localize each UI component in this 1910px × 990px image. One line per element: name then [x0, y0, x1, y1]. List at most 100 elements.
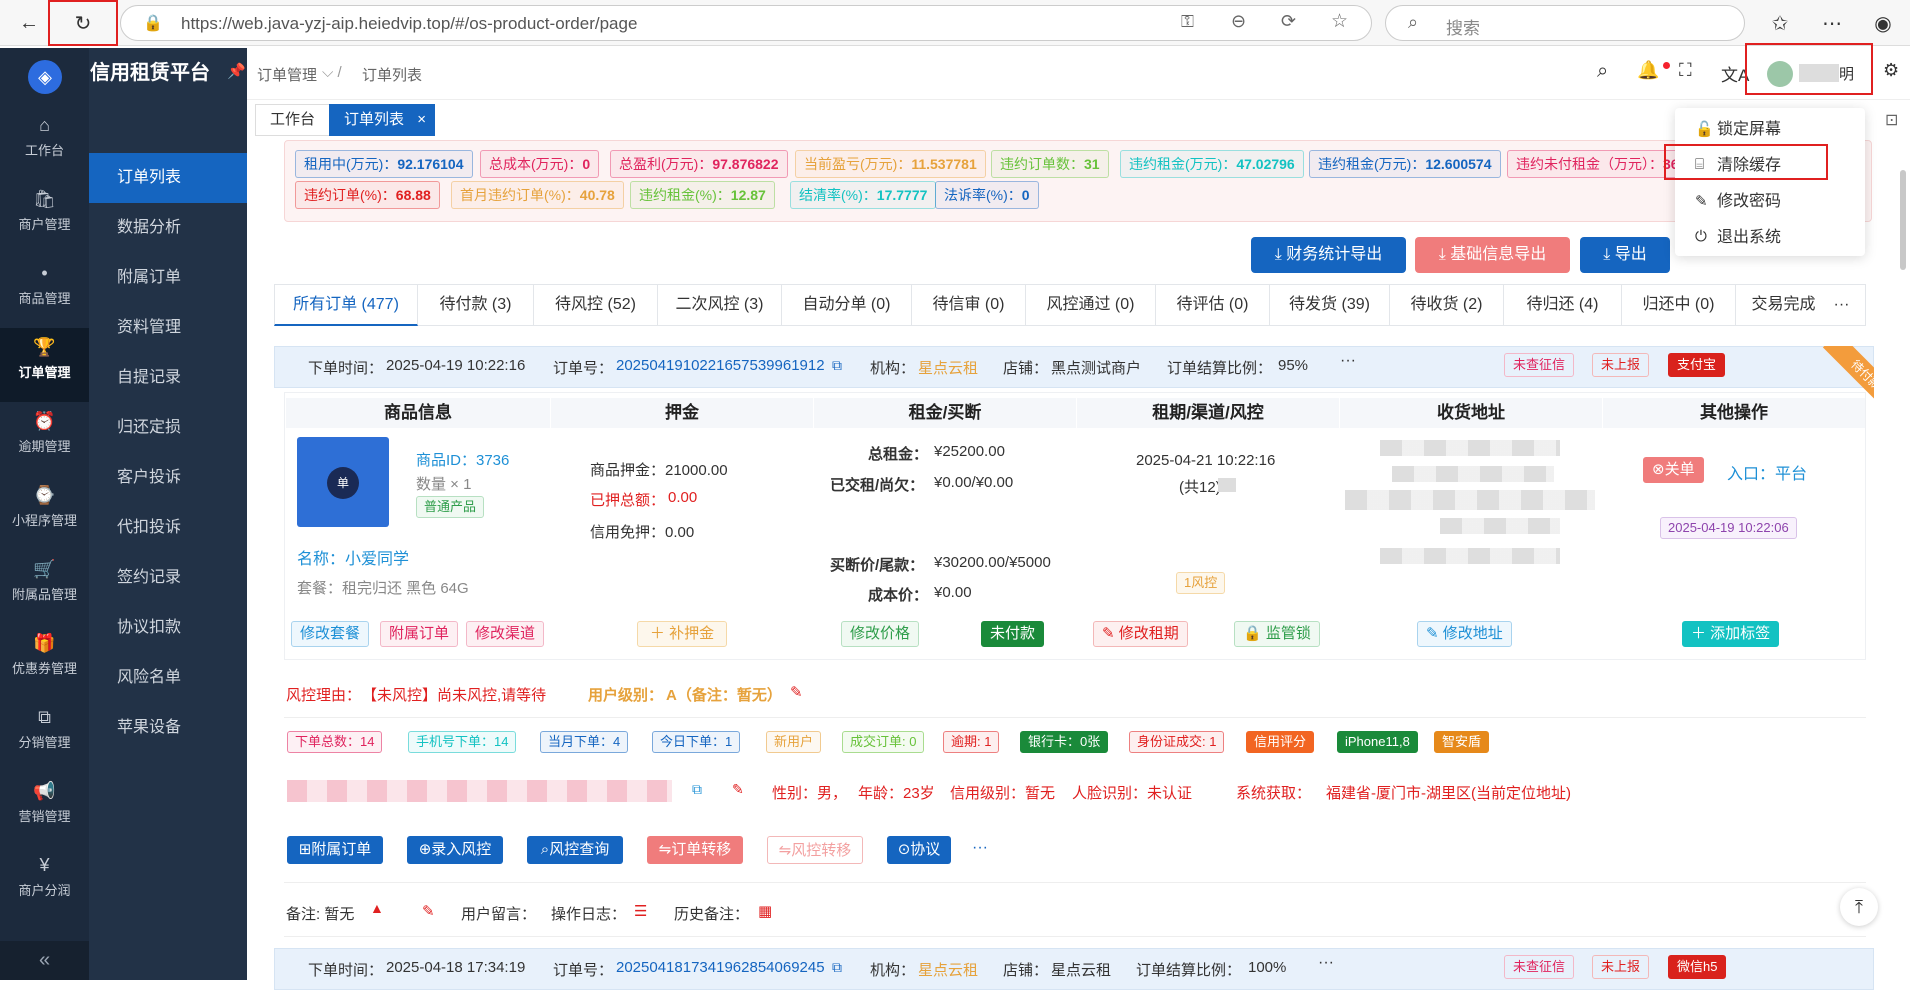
back-to-top-button[interactable]: ⤒ — [1840, 888, 1878, 926]
logout-item[interactable]: 退出系统 — [1717, 223, 1781, 253]
submenu-item[interactable]: 数据分析 — [89, 203, 247, 253]
order-tabs-more[interactable]: ··· — [1818, 284, 1866, 326]
breadcrumb-parent[interactable]: 订单管理 — [257, 64, 317, 85]
submenu-item[interactable]: 协议扣款 — [89, 603, 247, 653]
modify-package-button[interactable]: 修改套餐 — [291, 621, 370, 647]
copy-icon[interactable]: ⧉ — [692, 781, 702, 798]
product-id[interactable]: 商品ID：3736 — [416, 449, 509, 470]
back-icon[interactable]: ← — [12, 6, 46, 40]
finance-export-button[interactable]: ⤓ 财务统计导出 — [1251, 237, 1406, 273]
order2-no[interactable]: 20250418173419628540692​45 — [616, 959, 825, 976]
modify-term-button[interactable]: ✎ 修改租期 — [1093, 621, 1188, 647]
export-button[interactable]: ⤓ 导出 — [1580, 237, 1670, 273]
submenu-item[interactable]: 代扣投诉 — [89, 503, 247, 553]
submenu-item[interactable]: 风险名单 — [89, 653, 247, 703]
more-icon[interactable]: ⋯ — [1815, 6, 1849, 40]
add-tag-button[interactable]: ＋ 添加标签 — [1682, 621, 1780, 647]
sidebar-item-apple[interactable]: • 商品管理 — [0, 254, 89, 328]
fullscreen-icon[interactable]: ⛶ — [1679, 60, 1692, 81]
bell-icon[interactable]: 🔔 — [1637, 60, 1659, 81]
order-tab[interactable]: 待付款 (3) — [418, 284, 534, 326]
basic-export-button[interactable]: ⤓ 基础信息导出 — [1415, 237, 1570, 273]
favorites-icon[interactable]: ✩ — [1763, 6, 1797, 40]
tab-workbench[interactable]: 工作台 — [255, 104, 331, 136]
copilot-icon[interactable]: ◉ — [1866, 6, 1900, 40]
calendar-icon[interactable]: ▦ — [758, 902, 772, 920]
tabs-menu-icon[interactable]: ⊡ — [1885, 110, 1898, 130]
sidebar-item-trophy[interactable]: 🏆 订单管理 — [0, 328, 89, 402]
list-icon[interactable]: ☰ — [634, 902, 647, 920]
agreement-action[interactable]: ⊙协议 — [887, 836, 951, 864]
sidebar-item-distribution[interactable]: ⧉ 分销管理 — [0, 698, 89, 772]
edit-remark-icon[interactable]: ✎ — [422, 902, 435, 920]
order-tab[interactable]: 待收货 (2) — [1390, 284, 1504, 326]
sub-order-button[interactable]: 附属订单 — [380, 621, 459, 647]
submenu-item[interactable]: 附属订单 — [89, 253, 247, 303]
sidebar-item-home[interactable]: ⌂ 工作台 — [0, 106, 89, 180]
monitor-lock-button[interactable]: 🔒 监管锁 — [1234, 621, 1320, 647]
order-tab[interactable]: 待发货 (39) — [1270, 284, 1390, 326]
submenu-item[interactable]: 自提记录 — [89, 353, 247, 403]
edit-icon[interactable]: ✎ — [732, 781, 744, 798]
browser-search-box[interactable]: ⌕ 搜索 — [1385, 5, 1745, 41]
sidebar-item-cart[interactable]: 🛒 附属品管理 — [0, 550, 89, 624]
translate-browser-icon[interactable]: ⟳ — [1281, 11, 1296, 32]
avatar[interactable] — [1767, 61, 1793, 87]
submenu-item[interactable]: 客户投诉 — [89, 453, 247, 503]
unpaid-button[interactable]: 未付款 — [981, 621, 1045, 647]
modify-channel-button[interactable]: 修改渠道 — [466, 621, 545, 647]
risk-transfer-action[interactable]: ⇋风控转移 — [767, 836, 863, 864]
collapse-button[interactable]: « — [0, 941, 89, 980]
caret-up-icon[interactable]: ▲ — [370, 900, 384, 916]
copy-icon[interactable]: ⧉ — [832, 959, 842, 976]
order-transfer-action[interactable]: ⇋订单转移 — [647, 836, 743, 864]
clear-cache-item[interactable]: 清除缓存 — [1717, 151, 1781, 181]
enter-risk-action[interactable]: ⊕录入风控 — [407, 836, 503, 864]
order-tab[interactable]: 归还中 (0) — [1622, 284, 1736, 326]
sidebar-item-megaphone[interactable]: 📢 营销管理 — [0, 772, 89, 846]
risk-query-action[interactable]: ⌕风控查询 — [527, 836, 623, 864]
edit-icon[interactable]: ✎ — [790, 683, 803, 701]
sidebar-item-gift[interactable]: 🎁 优惠券管理 — [0, 624, 89, 698]
pin-icon[interactable]: 📌 — [227, 62, 246, 80]
order-tab[interactable]: 二次风控 (3) — [658, 284, 782, 326]
submenu-item[interactable]: 签约记录 — [89, 553, 247, 603]
sidebar-item-yen[interactable]: ¥ 商户分润 — [0, 846, 89, 920]
change-password-item[interactable]: 修改密码 — [1717, 187, 1781, 217]
order-no[interactable]: 20250419102216575399619​12 — [616, 357, 825, 374]
translate-icon[interactable]: 文A — [1721, 61, 1749, 86]
key-icon[interactable]: ⚿ — [1181, 12, 1194, 32]
sidebar-item-shop[interactable]: 🛍 商户管理 — [0, 180, 89, 254]
search-icon[interactable]: ⌕ — [1597, 60, 1608, 83]
submenu-item[interactable]: 资料管理 — [89, 303, 247, 353]
submenu-item[interactable]: 苹果设备 — [89, 703, 247, 753]
sidebar-item-alarm[interactable]: ⏰ 逾期管理 — [0, 402, 89, 476]
close-icon[interactable]: × — [417, 105, 426, 135]
order-tab[interactable]: 待评估 (0) — [1156, 284, 1270, 326]
modify-address-button[interactable]: ✎ 修改地址 — [1417, 621, 1512, 647]
order-tab[interactable]: 自动分单 (0) — [782, 284, 912, 326]
address-bar[interactable]: 🔒 https://web.java-yzj-aip.heiedvip.top/… — [120, 5, 1372, 41]
close-order-button[interactable]: ⊗关单 — [1643, 457, 1704, 483]
more-icon[interactable]: ··· — [1340, 352, 1356, 370]
order-tab[interactable]: 风控通过 (0) — [1026, 284, 1156, 326]
product-name[interactable]: 名称：小爱同学 — [297, 545, 409, 569]
modify-price-button[interactable]: 修改价格 — [841, 621, 920, 647]
copy-icon[interactable]: ⧉ — [832, 357, 842, 374]
more-actions[interactable]: ··· — [972, 839, 988, 857]
submenu-item[interactable]: 订单列表 — [89, 153, 247, 203]
sidebar-item-watch[interactable]: ⌚ 小程序管理 — [0, 476, 89, 550]
sub-order-action[interactable]: ⊞附属订单 — [287, 836, 383, 864]
order-tab[interactable]: 待归还 (4) — [1504, 284, 1622, 326]
order-tab[interactable]: 所有订单 (477) — [274, 284, 418, 326]
refresh-icon[interactable]: ↻ — [66, 6, 100, 40]
gear-icon[interactable]: ⚙ — [1883, 60, 1899, 81]
favorite-star-icon[interactable]: ☆ — [1331, 10, 1348, 33]
more-icon[interactable]: ··· — [1318, 954, 1334, 972]
scrollbar[interactable] — [1900, 170, 1906, 270]
order-tab[interactable]: 待信审 (0) — [912, 284, 1026, 326]
order-tab[interactable]: 待风控 (52) — [534, 284, 658, 326]
tab-order-list[interactable]: 订单列表 × — [329, 104, 436, 136]
zoom-out-icon[interactable]: ⊖ — [1231, 11, 1246, 32]
lock-screen-item[interactable]: 锁定屏幕 — [1717, 115, 1781, 145]
